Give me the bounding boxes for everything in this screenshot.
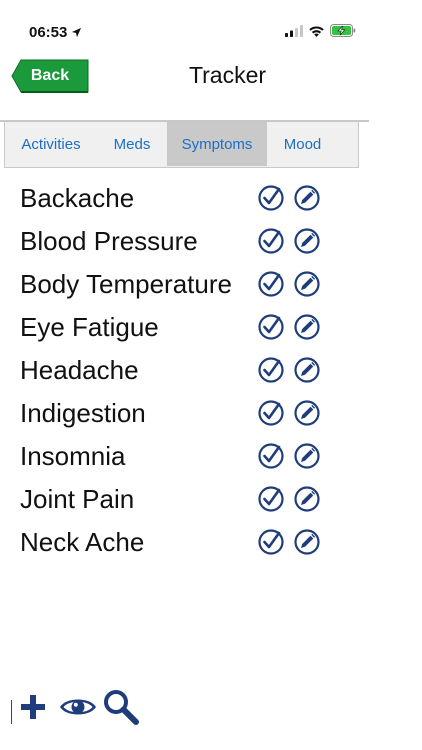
pencil-circle-icon[interactable]: [294, 314, 320, 340]
check-circle-icon[interactable]: [258, 228, 284, 254]
list-item-headache: Headache: [0, 348, 380, 391]
check-circle-icon[interactable]: [258, 357, 284, 383]
tab-meds[interactable]: Meds: [97, 122, 167, 166]
status-time-text: 06:53: [29, 24, 68, 41]
battery-charging-icon: [330, 24, 356, 37]
symptom-label: Insomnia: [20, 441, 126, 471]
pencil-circle-icon[interactable]: [294, 271, 320, 297]
list-item-body-temperature: Body Temperature: [0, 262, 380, 305]
check-circle-icon[interactable]: [258, 486, 284, 512]
back-button[interactable]: Back: [11, 59, 89, 93]
symptom-label: Blood Pressure: [20, 226, 198, 256]
category-tabs: Activities Meds Symptoms Mood: [4, 122, 359, 168]
symptom-label: Indigestion: [20, 398, 146, 428]
bottom-toolbar: [0, 688, 160, 728]
check-circle-icon[interactable]: [258, 314, 284, 340]
magnifier-icon[interactable]: [103, 689, 139, 725]
wifi-icon: [308, 25, 325, 37]
symptom-label: Joint Pain: [20, 484, 135, 514]
symptom-label: Neck Ache: [20, 527, 145, 557]
tab-symptoms[interactable]: Symptoms: [167, 122, 267, 166]
check-circle-icon[interactable]: [258, 529, 284, 555]
check-circle-icon[interactable]: [258, 400, 284, 426]
pencil-circle-icon[interactable]: [294, 357, 320, 383]
list-item-eye-fatigue: Eye Fatigue: [0, 305, 380, 348]
list-item-joint-pain: Joint Pain: [0, 477, 380, 520]
page-title: Tracker: [188, 62, 267, 88]
pencil-circle-icon[interactable]: [294, 185, 320, 211]
list-item-neck-ache: Neck Ache: [0, 520, 380, 563]
tab-mood[interactable]: Mood: [267, 122, 338, 166]
navigation-header: Back Tracker: [0, 54, 380, 98]
back-button-label: Back: [30, 67, 70, 84]
pencil-circle-icon[interactable]: [294, 400, 320, 426]
pencil-circle-icon[interactable]: [294, 486, 320, 512]
plus-icon[interactable]: [20, 694, 46, 720]
check-circle-icon[interactable]: [258, 185, 284, 211]
location-arrow-icon: [71, 27, 82, 38]
list-item-insomnia: Insomnia: [0, 434, 380, 477]
symptom-label: Body Temperature: [20, 269, 232, 299]
symptom-list: Backache Blood Pressure Body Temperature…: [0, 176, 380, 563]
list-item-blood-pressure: Blood Pressure: [0, 219, 380, 262]
cellular-signal-icon: [285, 24, 303, 37]
pencil-circle-icon[interactable]: [294, 228, 320, 254]
pencil-circle-icon[interactable]: [294, 443, 320, 469]
status-bar: 06:53: [0, 0, 380, 54]
toolbar-divider: [11, 700, 12, 724]
status-indicators: [285, 24, 356, 37]
check-circle-icon[interactable]: [258, 443, 284, 469]
check-circle-icon[interactable]: [258, 271, 284, 297]
tab-activities[interactable]: Activities: [5, 122, 97, 166]
symptom-label: Headache: [20, 355, 139, 385]
list-item-backache: Backache: [0, 176, 380, 219]
pencil-circle-icon[interactable]: [294, 529, 320, 555]
eye-icon[interactable]: [59, 695, 97, 719]
list-item-indigestion: Indigestion: [0, 391, 380, 434]
symptom-label: Backache: [20, 183, 135, 213]
status-time: 06:53: [29, 24, 82, 41]
symptom-label: Eye Fatigue: [20, 312, 159, 342]
